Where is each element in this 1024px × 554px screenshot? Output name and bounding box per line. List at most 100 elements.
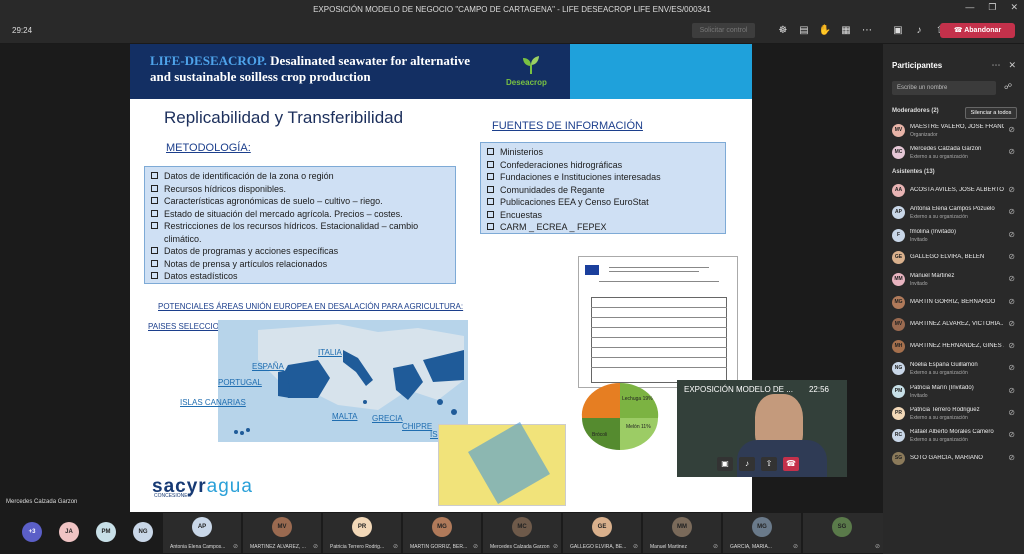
video-tile[interactable]: MC Mercedes Calzada Garzon ⊘	[483, 513, 561, 553]
participant-badge[interactable]: NG	[133, 522, 153, 542]
video-camera-icon[interactable]: ▣	[717, 457, 733, 471]
participant-row[interactable]: SG SOTO GARCÍA, MARIANO ⊘	[892, 449, 1020, 469]
mic-muted-icon: ⊘	[1008, 125, 1015, 134]
metodologia-item-text: Restricciones de los recursos hídricos. …	[164, 221, 419, 244]
moderators-header[interactable]: Moderadores (2)	[892, 108, 939, 114]
leave-button[interactable]: ☎ Abandonar	[940, 23, 1015, 38]
tile-name: GALLEGO ELVIRA, BE...	[570, 544, 627, 550]
participant-status: Invitado	[910, 392, 928, 399]
participant-badge[interactable]: PM	[96, 522, 116, 542]
participant-row[interactable]: AA ACOSTA AVILÉS, JOSÉ ALBERTO ⊘	[892, 181, 1020, 201]
metodologia-list: Datos de identificación de la zona o reg…	[145, 167, 455, 286]
avatar: MG	[432, 517, 452, 537]
more-icon[interactable]: ⋯	[860, 23, 874, 38]
share-invite-icon[interactable]: ☍	[1004, 82, 1012, 91]
mic-muted-icon: ⊘	[232, 544, 238, 550]
participant-row[interactable]: MV MARTÍNEZ ÁLVAREZ, VICTORIA... ⊘	[892, 315, 1020, 335]
mic-muted-icon: ⊘	[1008, 385, 1015, 395]
document-table	[591, 297, 727, 383]
participant-row[interactable]: MG MARTÍN GÓRRIZ, BERNARDO ⊘	[892, 293, 1020, 313]
checkbox-bullet-icon	[151, 197, 158, 204]
avatar: PR	[352, 517, 372, 537]
avatar: NG	[892, 362, 905, 376]
meeting-toolbar: 29:24 Solicitar control ☸ ▤ ✋ ▦ ⋯ ▣ ♪ ⇧ …	[0, 18, 1024, 44]
mic-muted-icon: ⊘	[712, 544, 718, 550]
participant-row[interactable]: MH MARTÍNEZ HERNÁNDEZ, GINÉS ... ⊘	[892, 337, 1020, 357]
video-controls: ▣ ♪ ⇧ ☎	[717, 457, 799, 471]
participant-row[interactable]: Ffmolina (Invitado) Invitado ⊘	[892, 226, 1020, 246]
close-icon[interactable]: ✕	[1010, 2, 1018, 13]
video-tile[interactable]: MM Manuel Martinez ⊘	[643, 513, 721, 553]
participant-status: Invitado	[910, 281, 928, 288]
tile-name: GARCÍA, MARIA...	[730, 544, 772, 550]
fuentes-item: Encuestas	[487, 209, 719, 222]
checkbox-bullet-icon	[151, 209, 158, 217]
mic-muted-icon: ⊘	[1008, 363, 1015, 373]
chat-icon[interactable]: ▤	[797, 23, 811, 38]
participant-row[interactable]: RC Rafael Alberto Morales Camero Externo a…	[892, 426, 1020, 446]
country-label: MALTA	[332, 412, 358, 421]
participant-row[interactable]: MV MAESTRE VALERO, JOSÉ FRANCI... Organiza…	[892, 121, 1020, 141]
video-time: 22:56	[808, 385, 829, 394]
checkbox-bullet-icon	[487, 210, 494, 218]
panel-more-icon[interactable]: ⋯	[991, 60, 1000, 71]
mic-muted-icon: ⊘	[1008, 147, 1015, 156]
avatar: SG	[892, 451, 905, 465]
checkbox-bullet-icon	[151, 259, 158, 267]
hangup-icon[interactable]: ☎	[783, 457, 799, 471]
participant-row[interactable]: MM Manuel Martinez Invitado ⊘	[892, 270, 1020, 290]
video-share-icon[interactable]: ⇧	[761, 457, 777, 471]
restore-icon[interactable]: ❐	[988, 2, 996, 13]
camera-icon[interactable]: ▣	[891, 23, 905, 38]
participant-status: Externo a su organización	[910, 437, 968, 444]
video-tile[interactable]: MG GARCÍA, MARIA... ⊘	[723, 513, 801, 553]
metodologia-item-text: Notas de prensa y artículos relacionados	[164, 258, 328, 269]
participant-name: Mercedes Calzada Garzon	[910, 146, 982, 152]
video-tile[interactable]: PR Patricia Terrero Rodrig... ⊘	[323, 513, 401, 553]
self-video-preview[interactable]: EXPOSICIÓN MODELO DE ... 22:56 ▣ ♪ ⇧ ☎	[677, 380, 847, 477]
minimize-icon[interactable]: —	[965, 2, 974, 13]
breakout-icon[interactable]: ▦	[839, 23, 853, 38]
participant-name: ACOSTA AVILÉS, JOSÉ ALBERTO	[910, 187, 1004, 193]
video-tile[interactable]: GE GALLEGO ELVIRA, BE... ⊘	[563, 513, 641, 553]
video-tile[interactable]: AP Antonia Elena Campos... ⊘	[163, 513, 241, 553]
video-tile[interactable]: MV MARTÍNEZ ÁLVAREZ, ... ⊘	[243, 513, 321, 553]
checkbox-bullet-icon	[487, 173, 494, 180]
participant-name: Patricia Terrero Rodriguez	[910, 407, 980, 413]
presentation-slide: LIFE-DESEACROP. Desalinated seawater for…	[130, 44, 752, 512]
participant-row[interactable]: PM Patricia Marín (Invitado) Invitado ⊘	[892, 382, 1020, 402]
participants-panel: Participantes ⋯ ✕ Escribe un nombre ☍ Mo…	[883, 44, 1024, 554]
video-tile[interactable]: MG MARTÍN GÓRRIZ, BER... ⊘	[403, 513, 481, 553]
pie-label: Melón 11%	[626, 424, 651, 430]
country-label: ITALIA	[318, 348, 342, 357]
mic-off-icon[interactable]: ♪	[912, 23, 926, 38]
participant-row[interactable]: GE GALLEGO ELVIRA, BELÉN ⊘	[892, 248, 1020, 268]
participant-row[interactable]: PR Patricia Terrero Rodriguez Externo a su…	[892, 404, 1020, 424]
participant-row[interactable]: AP Antonia Elena Campos Pozuelo Externo a …	[892, 203, 1020, 223]
video-mic-icon[interactable]: ♪	[739, 457, 755, 471]
participant-badge[interactable]: JA	[59, 522, 79, 542]
video-tile[interactable]: SG ⊘	[803, 513, 883, 553]
mute-all-button[interactable]: Silenciar a todos	[965, 107, 1017, 119]
checkbox-bullet-icon	[151, 272, 158, 279]
eu-flag-icon	[585, 265, 599, 275]
checkbox-bullet-icon	[487, 185, 494, 193]
country-label: PORTUGAL	[218, 378, 262, 387]
avatar: MM	[672, 517, 692, 537]
metodologia-item: Características agronómicas de suelo – c…	[151, 195, 449, 208]
fuentes-item-text: Comunidades de Regante	[500, 184, 605, 195]
participant-row[interactable]: MC Mercedes Calzada Garzon Externo a su or…	[892, 143, 1020, 163]
request-control-button[interactable]: Solicitar control	[692, 23, 755, 38]
country-label: ISLAS CANARIAS	[180, 398, 246, 407]
avatar: GE	[592, 517, 612, 537]
panel-close-icon[interactable]: ✕	[1008, 60, 1016, 71]
attendees-header[interactable]: Asistentes (13)	[892, 169, 935, 175]
participant-badge[interactable]: +3	[22, 522, 42, 542]
participant-row[interactable]: NG Noelia España Guillamon Externo a su or…	[892, 359, 1020, 379]
participants-icon[interactable]: ☸	[776, 23, 790, 38]
pie-label: Lechuga 19%	[622, 396, 653, 402]
participant-search-input[interactable]: Escribe un nombre	[892, 81, 996, 95]
raise-hand-icon[interactable]: ✋	[818, 23, 832, 38]
participant-name: Patricia Marín (Invitado)	[910, 384, 974, 391]
checkbox-bullet-icon	[487, 223, 494, 230]
